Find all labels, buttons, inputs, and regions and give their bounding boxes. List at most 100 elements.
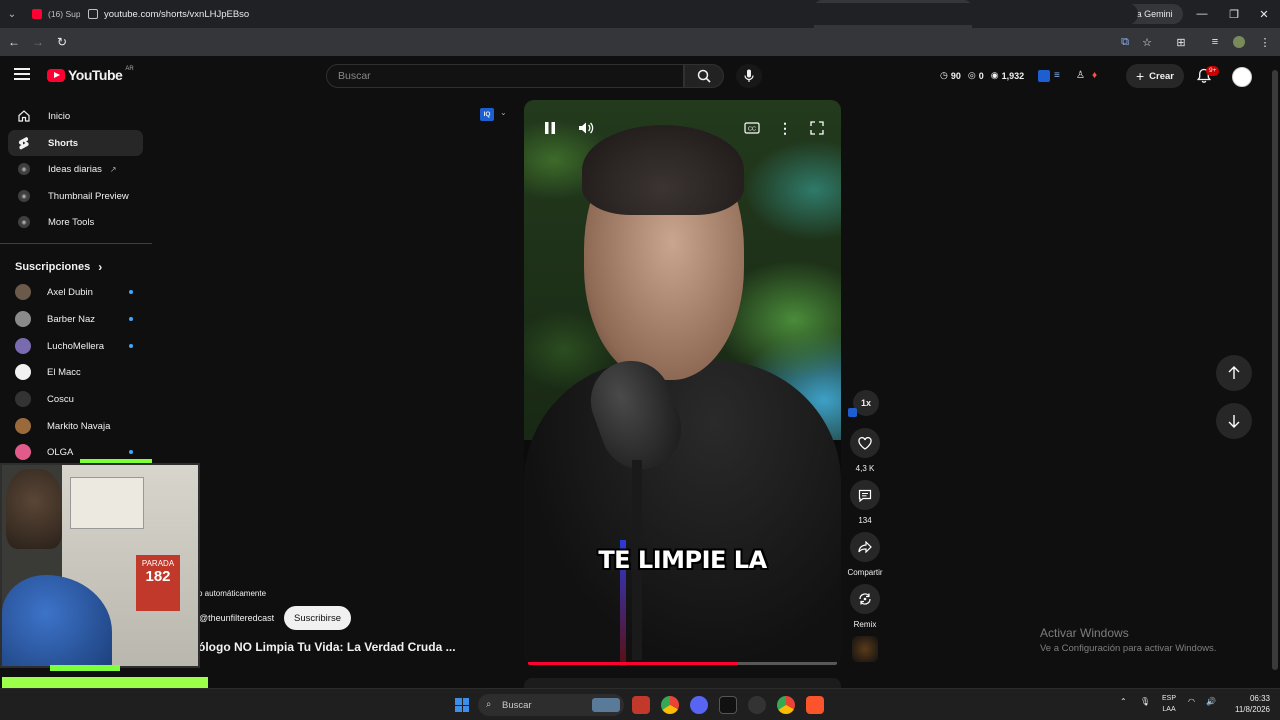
subscription-item[interactable]: Markito Navaja: [15, 415, 145, 437]
minimize-button[interactable]: —: [1186, 0, 1218, 28]
subscription-item[interactable]: Barber Naz: [15, 308, 145, 330]
new-content-dot-icon: [129, 450, 133, 454]
channel-avatar: [15, 338, 31, 354]
chevron-right-icon: ›: [98, 260, 103, 274]
page-scrollbar[interactable]: [1270, 56, 1280, 688]
back-button[interactable]: ←: [2, 28, 26, 56]
sidebar-item-inicio[interactable]: Inicio: [8, 103, 143, 129]
restore-button[interactable]: ❐: [1218, 0, 1250, 28]
channel-avatar: [15, 444, 31, 460]
sidebar-item-ideas-diarias[interactable]: ◉ Ideas diarias ↗: [8, 156, 143, 182]
captions-button[interactable]: CC: [742, 118, 762, 138]
tray-language[interactable]: ESP LAA: [1162, 693, 1176, 715]
taskbar-app-news-icon[interactable]: [632, 696, 650, 714]
chevron-down-icon[interactable]: ⌄: [500, 108, 507, 117]
fullscreen-button[interactable]: [807, 118, 827, 138]
like-action[interactable]: 4,3 K: [849, 428, 881, 473]
youtube-logo[interactable]: YouTube AR: [47, 66, 134, 83]
taskbar-capcut-icon[interactable]: [719, 696, 737, 714]
taskbar-brave-icon[interactable]: [806, 696, 824, 714]
sidebar-item-more-tools[interactable]: ◉ More Tools: [8, 209, 143, 235]
sidebar-item-thumbnail-preview[interactable]: ◉ Thumbnail Preview: [8, 183, 143, 209]
tab-search-button[interactable]: ⌄: [0, 0, 24, 28]
search-input[interactable]: Buscar: [326, 64, 684, 88]
vidiq-icon[interactable]: [1038, 70, 1050, 82]
taskbar-obs-icon[interactable]: [748, 696, 766, 714]
tray-overflow-icon[interactable]: ⌃: [1120, 697, 1127, 706]
pause-icon: [545, 122, 555, 134]
profile-avatar-icon[interactable]: [1228, 28, 1250, 56]
tray-clock[interactable]: 06:33 11/8/2026: [1226, 693, 1270, 715]
site-info-icon[interactable]: [88, 9, 98, 19]
clock-date: 11/8/2026: [1235, 705, 1270, 714]
remix-action[interactable]: Remix: [849, 584, 881, 629]
next-short-button[interactable]: [1216, 403, 1252, 439]
taskbar-chrome-active-icon[interactable]: [777, 696, 795, 714]
bell-ext-icon[interactable]: ♦: [1092, 70, 1104, 82]
tray-volume-icon[interactable]: 🔊: [1206, 697, 1216, 706]
search-highlight-icon: [592, 698, 620, 712]
media-controls-icon[interactable]: ≡: [1204, 28, 1226, 56]
search-button[interactable]: [684, 64, 724, 88]
country-code: AR: [125, 66, 134, 72]
channel-name: Markito Navaja: [47, 420, 111, 432]
reload-button[interactable]: ↻: [50, 28, 74, 56]
taskbar-search[interactable]: ⌕ Buscar: [478, 694, 624, 716]
subscription-item[interactable]: El Macc: [15, 361, 145, 383]
extensions-icon[interactable]: ⊞: [1170, 28, 1192, 56]
tray-wifi-icon[interactable]: ◠: [1188, 697, 1195, 706]
account-avatar[interactable]: [1232, 67, 1252, 87]
subscribe-button[interactable]: Suscribirse: [284, 606, 351, 630]
like-button[interactable]: [850, 428, 880, 458]
vidiq-speed-icon: [848, 408, 857, 417]
short-title[interactable]: ólogo NO Limpia Tu Vida: La Verdad Cruda…: [198, 640, 456, 654]
share-button[interactable]: [850, 532, 880, 562]
subscription-item[interactable]: LuchoMellera: [15, 335, 145, 357]
subscription-item[interactable]: Coscu: [15, 388, 145, 410]
bookmark-star-icon[interactable]: ☆: [1136, 28, 1158, 56]
fullscreen-icon: [810, 121, 824, 135]
sidebar-item-label: Ideas diarias: [48, 163, 102, 175]
shorts-player[interactable]: TE LIMPIE LA CC ⋮: [524, 100, 841, 666]
tray-mic-icon[interactable]: 🎙: [1140, 697, 1150, 706]
translate-icon[interactable]: ⧉: [1114, 28, 1136, 56]
address-bar[interactable]: youtube.com/shorts/vxnLHJpEBso: [80, 3, 1138, 25]
subscriptions-heading[interactable]: Suscripciones ›: [15, 260, 102, 274]
windows-start-icon[interactable]: [455, 698, 469, 712]
audio-source-thumbnail[interactable]: [852, 636, 878, 662]
list-icon[interactable]: ≡: [1054, 70, 1066, 82]
youtube-header: YouTube AR Buscar ◷ 90 ◎ 0 ◉ 1,932 ≡ ♙ ♦ + …: [0, 56, 1270, 96]
webcam-certificate: [70, 477, 144, 529]
tab-favicon-icon: [32, 9, 42, 19]
windows-taskbar: ⌕ Buscar ⌃ 🎙 ESP LAA ◠ 🔊 06:33 11/8/2026: [0, 688, 1280, 720]
previous-short-button[interactable]: [1216, 355, 1252, 391]
new-content-dot-icon: [129, 317, 133, 321]
taskbar-search-placeholder: Buscar: [502, 699, 532, 711]
taskbar-discord-icon[interactable]: [690, 696, 708, 714]
channel-handle[interactable]: @theunfilteredcast: [199, 613, 274, 623]
create-button[interactable]: + Crear: [1126, 64, 1184, 88]
remix-button[interactable]: [850, 584, 880, 614]
pause-button[interactable]: [540, 118, 560, 138]
subscription-item[interactable]: Axel Dubin: [15, 281, 145, 303]
guide-menu-icon[interactable]: [14, 68, 30, 80]
comments-button[interactable]: [850, 480, 880, 510]
video-caption: TE LIMPIE LA: [598, 546, 767, 574]
extension-icon: ◉: [16, 161, 32, 177]
comments-action[interactable]: 134: [849, 480, 881, 525]
taskbar-chrome-icon[interactable]: [661, 696, 679, 714]
share-action[interactable]: Compartir: [847, 532, 883, 577]
sidebar-item-shorts[interactable]: Shorts: [8, 130, 143, 156]
more-options-button[interactable]: ⋮: [775, 118, 795, 138]
browser-menu-icon[interactable]: ⋮: [1254, 28, 1276, 56]
vidiq-badge-icon[interactable]: IQ: [480, 108, 494, 121]
trophy-icon[interactable]: ♙: [1076, 70, 1088, 82]
video-progress-bar[interactable]: [528, 662, 837, 665]
heart-icon: [858, 436, 872, 450]
forward-button[interactable]: →: [26, 28, 50, 56]
scrollbar-thumb[interactable]: [1272, 70, 1278, 670]
voice-search-button[interactable]: [736, 64, 762, 88]
like-count: 4,3 K: [855, 464, 875, 473]
close-window-button[interactable]: ✕: [1248, 0, 1280, 28]
volume-button[interactable]: [576, 118, 596, 138]
